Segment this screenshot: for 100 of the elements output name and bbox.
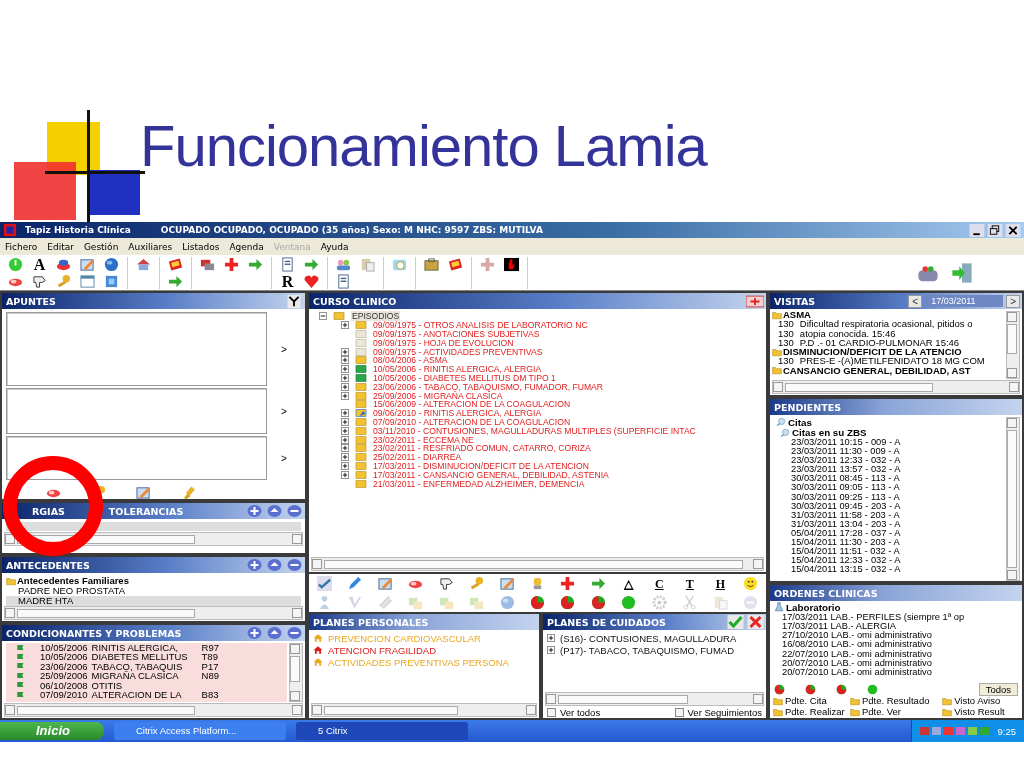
order-item[interactable]: 17/03/2011 LAB.- PERFILES (siempre 1ª op	[774, 612, 1018, 622]
home-icon[interactable]	[266, 558, 283, 572]
expand-icon[interactable]	[547, 646, 555, 654]
cube-icon[interactable]	[104, 273, 119, 289]
order-item[interactable]: 22/07/2010 LAB.- omi administrativo	[774, 649, 1018, 659]
pie-icon[interactable]	[590, 595, 606, 610]
expand-icon[interactable]	[341, 426, 349, 435]
horizontal-scrollbar[interactable]	[4, 703, 303, 717]
expand-icon[interactable]	[341, 453, 349, 462]
expand-arrow[interactable]: >	[267, 405, 301, 417]
appointment-item[interactable]: 15/04/2011 12:33 - 032 - A	[776, 556, 1000, 566]
appointment-item[interactable]: 23/03/2011 11:30 - 009 - A	[776, 447, 1000, 457]
episode-item[interactable]: 10/05/2006 - RINITIS ALERGICA, ALERGIA	[373, 364, 542, 375]
menu-item[interactable]: Auxiliares	[128, 241, 173, 252]
check-icon[interactable]	[316, 576, 332, 591]
expand-arrow[interactable]: >	[267, 452, 301, 464]
home-icon[interactable]	[266, 504, 283, 518]
appointment-item[interactable]: 30/03/2011 08:45 - 113 - A	[776, 474, 1000, 484]
menu-item[interactable]: Agenda	[229, 241, 264, 252]
expand-icon[interactable]	[341, 356, 349, 365]
stop-icon[interactable]	[504, 256, 519, 272]
checkbox[interactable]	[674, 708, 684, 717]
expand-icon[interactable]	[341, 444, 349, 453]
appointment-item[interactable]: 15/04/2011 11:51 - 032 - A	[776, 547, 1000, 557]
expand-icon[interactable]	[341, 373, 349, 382]
appointment-item[interactable]: 23/03/2011 12:33 - 032 - A	[776, 456, 1000, 466]
order-item[interactable]: 17/03/2011 LAB.- ALERGIA	[774, 621, 1018, 632]
remove-icon[interactable]	[286, 626, 303, 640]
menu-item[interactable]: Listados	[182, 241, 220, 252]
menu-item[interactable]: Fichero	[5, 241, 38, 252]
care-plan-item[interactable]: (P17)- TABACO, TABAQUISMO, FUMAD	[560, 644, 734, 656]
list-item[interactable]: PADRE NEO PROSTATA	[6, 586, 301, 596]
thumb-icon[interactable]	[32, 273, 47, 289]
expand-icon[interactable]	[547, 634, 555, 642]
vertical-scrollbar[interactable]	[289, 643, 303, 702]
episode-item[interactable]: 07/09/2010 - ALTERACION DE LA COAGULACION	[373, 416, 571, 427]
arrow-icon[interactable]	[590, 576, 606, 591]
expand-icon[interactable]	[341, 461, 349, 470]
list-item[interactable]: MADRE HTA	[6, 596, 301, 606]
pencil-icon[interactable]	[347, 576, 363, 591]
appointment-item[interactable]: 30/03/2011 09:05 - 113 - A	[776, 483, 1000, 493]
previous-day-button[interactable]: <	[908, 294, 923, 308]
toolbar-letter[interactable]: △	[624, 576, 634, 591]
edit-icon[interactable]	[377, 576, 393, 591]
arrow-icon[interactable]	[304, 256, 319, 272]
appointment-item[interactable]: 30/03/2011 09:45 - 203 - A	[776, 501, 1000, 511]
collapse-icon[interactable]	[319, 312, 327, 321]
toolbar-letter[interactable]: A	[32, 256, 47, 272]
episode-item[interactable]: 09/09/1975 - ACTIVIDADES PREVENTIVAS	[373, 346, 543, 357]
add-icon[interactable]	[246, 626, 263, 640]
cross-icon[interactable]	[560, 576, 576, 591]
expand-icon[interactable]	[341, 347, 349, 356]
episode-item[interactable]: 23/06/2006 - TABACO, TABAQUISMO, FUMADOR, FUMAR	[373, 381, 604, 392]
pie-icon[interactable]	[836, 683, 847, 695]
pie-icon[interactable]	[774, 683, 785, 695]
menu-item[interactable]: Ayuda	[320, 241, 349, 252]
appointment-item[interactable]: 05/04/2011 17:28 - 037 - A	[776, 528, 1000, 539]
doc-icon[interactable]	[280, 256, 295, 272]
order-item[interactable]: 16/08/2010 LAB.- omi administrativo	[774, 640, 1018, 650]
power-icon[interactable]	[8, 256, 23, 272]
pie-icon[interactable]	[805, 683, 816, 695]
vertical-scrollbar[interactable]	[1006, 311, 1020, 379]
expand-icon[interactable]	[341, 409, 349, 418]
arrow-icon[interactable]	[168, 273, 183, 289]
edit-icon[interactable]	[499, 576, 515, 591]
home-icon[interactable]	[266, 626, 283, 640]
episode-item[interactable]: 09/09/1975 - HOJA DE EVOLUCION	[373, 337, 514, 348]
arrow-icon[interactable]	[248, 256, 263, 272]
horizontal-scrollbar[interactable]	[545, 692, 764, 706]
episode-item[interactable]: 08/04/2006 - ASMA	[373, 355, 448, 366]
ball-icon[interactable]	[621, 595, 637, 610]
appointment-item[interactable]: 31/03/2011 13:04 - 203 - A	[776, 519, 1000, 529]
horizontal-scrollbar[interactable]	[772, 380, 1020, 394]
episode-item[interactable]: 23/02/2011 - ECCEMA NE	[373, 434, 474, 445]
heart-icon[interactable]	[304, 273, 319, 289]
toolbar-letter[interactable]: C	[655, 576, 664, 591]
appointment-item[interactable]: 23/03/2011 13:57 - 032 - A	[776, 465, 1000, 475]
taskbar-button[interactable]: Citrix Access Platform...	[113, 722, 286, 740]
smile-icon[interactable]	[743, 576, 759, 591]
episode-item[interactable]: 23/02/2011 - RESFRIADO COMUN, CATARRO, CORIZA	[373, 443, 591, 454]
episode-item[interactable]: 10/05/2006 - DIABETES MELLITUS DM TIPO 1	[373, 373, 556, 383]
ball-icon[interactable]	[867, 683, 878, 695]
toolbar-letter[interactable]: R	[280, 273, 295, 289]
close-icon[interactable]	[1005, 223, 1021, 237]
add-icon[interactable]	[246, 504, 263, 518]
plan-item[interactable]: ATENCION FRAGILIDAD	[328, 644, 437, 656]
note-field[interactable]	[6, 312, 267, 386]
selected-row[interactable]	[6, 522, 301, 531]
expand-icon[interactable]	[341, 365, 349, 374]
date-field[interactable]: 17/03/2011	[925, 295, 1004, 307]
cross-icon[interactable]	[224, 256, 239, 272]
order-item[interactable]: 20/07/2010 LAB.- omi administrativo	[774, 668, 1018, 678]
episode-item[interactable]: 21/03/2011 - ENFERMEDAD ALZHEIMER, DEMENCIA	[373, 478, 585, 489]
episode-item[interactable]: 17/03/2011 - CANSANCIO GENERAL, DEBILIDAD, ASTENIA	[373, 469, 609, 480]
horizontal-scrollbar[interactable]	[311, 703, 537, 717]
paste-icon[interactable]	[360, 256, 375, 272]
menu-item[interactable]: Gestión	[83, 241, 119, 252]
case-icon[interactable]	[424, 256, 439, 272]
accept-icon[interactable]	[727, 615, 744, 629]
taskbar-button[interactable]: 5 Citrix	[295, 722, 468, 740]
